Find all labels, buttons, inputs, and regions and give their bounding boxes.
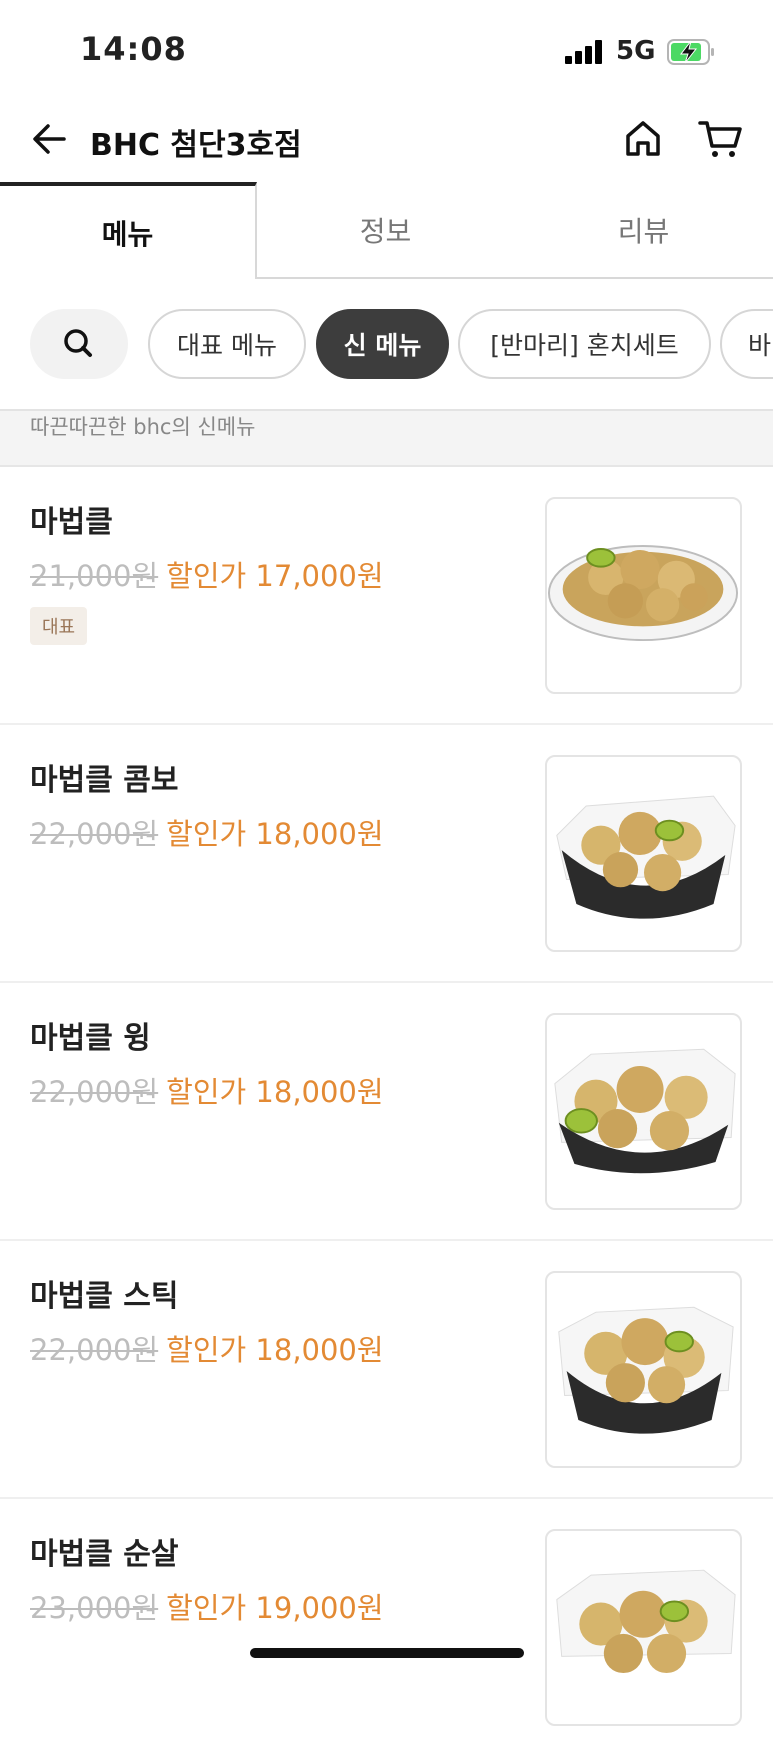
page-title: BHC 첨단3호점 — [90, 128, 302, 163]
menu-item[interactable]: 마법클 콤보 22,000원 할인가 18,000원 — [0, 725, 773, 983]
menu-item-image — [545, 1013, 742, 1210]
home-indicator — [250, 1648, 524, 1658]
menu-item-name: 마법클 — [30, 505, 113, 540]
menu-item-price: 22,000원 할인가 18,000원 — [30, 811, 384, 853]
original-price: 22,000원 — [30, 1333, 159, 1367]
section-description-bar: 따끈따끈한 bhc의 신메뉴 — [0, 409, 773, 467]
menu-item-image — [545, 755, 742, 952]
menu-item[interactable]: 마법클 21,000원 할인가 17,000원 대표 — [0, 467, 773, 725]
menu-item-image — [545, 1271, 742, 1468]
sale-price: 할인가 18,000원 — [166, 817, 384, 851]
menu-item[interactable]: 마법클 윙 22,000원 할인가 18,000원 — [0, 983, 773, 1241]
sale-price: 할인가 19,000원 — [166, 1591, 384, 1625]
home-icon[interactable] — [620, 116, 666, 162]
network-type: 5G — [616, 36, 656, 66]
menu-item-name: 마법클 스틱 — [30, 1279, 179, 1314]
menu-search-button[interactable] — [30, 309, 128, 379]
status-time: 14:08 — [80, 30, 187, 68]
menu-item-image — [545, 1529, 742, 1726]
original-price: 22,000원 — [30, 817, 159, 851]
tab-bar: 메뉴 정보 리뷰 — [0, 182, 773, 279]
tab-menu[interactable]: 메뉴 — [0, 182, 257, 279]
menu-item-name: 마법클 순살 — [30, 1537, 179, 1572]
back-arrow-icon[interactable] — [28, 118, 70, 160]
filter-chip-new[interactable]: 신 메뉴 — [316, 309, 449, 379]
menu-item-price: 23,000원 할인가 19,000원 — [30, 1585, 384, 1627]
filter-chip-signature[interactable]: 대표 메뉴 — [148, 309, 306, 379]
battery-charging-icon — [667, 39, 714, 65]
menu-item-name: 마법클 콤보 — [30, 763, 179, 798]
signature-badge: 대표 — [30, 607, 88, 645]
filter-chip-half-set[interactable]: [반마리] 혼치세트 — [458, 309, 711, 379]
category-filter-bar: 대표 메뉴 신 메뉴 [반마리] 혼치세트 바 — [0, 279, 773, 409]
filter-chip-more[interactable]: 바 — [720, 309, 773, 379]
cart-icon[interactable] — [697, 116, 745, 162]
sale-price: 할인가 18,000원 — [166, 1333, 384, 1367]
menu-item[interactable]: 마법클 순살 23,000원 할인가 19,000원 — [0, 1499, 773, 1757]
menu-item-name: 마법클 윙 — [30, 1021, 151, 1056]
menu-item-price: 22,000원 할인가 18,000원 — [30, 1069, 384, 1111]
status-bar: 14:08 5G — [0, 0, 773, 100]
original-price: 22,000원 — [30, 1075, 159, 1109]
original-price: 21,000원 — [30, 559, 159, 593]
cellular-signal-icon — [565, 40, 605, 64]
sale-price: 할인가 18,000원 — [166, 1075, 384, 1109]
section-description: 따끈따끈한 bhc의 신메뉴 — [30, 415, 256, 439]
menu-item-price: 22,000원 할인가 18,000원 — [30, 1327, 384, 1369]
original-price: 23,000원 — [30, 1591, 159, 1625]
app-header: BHC 첨단3호점 — [0, 100, 773, 182]
sale-price: 할인가 17,000원 — [166, 559, 384, 593]
tab-info[interactable]: 정보 — [257, 182, 514, 277]
tab-reviews[interactable]: 리뷰 — [514, 182, 773, 277]
menu-item-price: 21,000원 할인가 17,000원 — [30, 553, 384, 595]
menu-item-image — [545, 497, 742, 694]
search-icon — [64, 329, 92, 357]
menu-item[interactable]: 마법클 스틱 22,000원 할인가 18,000원 — [0, 1241, 773, 1499]
